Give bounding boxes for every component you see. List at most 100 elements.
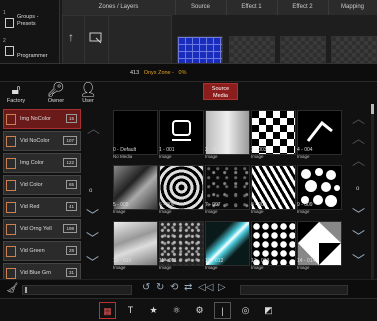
user-icon: 👤︎ — [79, 81, 97, 97]
media-tool-icon[interactable]: ▦ — [99, 302, 116, 319]
page-down-icon[interactable]: ﹀ — [86, 232, 99, 245]
rotate-ccw-icon[interactable]: ↺ — [142, 282, 150, 293]
loop-icon[interactable]: ⟲ — [170, 282, 178, 293]
media-icon — [6, 268, 16, 279]
star-tool-icon[interactable]: ★ — [145, 302, 162, 319]
user-label: User — [82, 98, 94, 104]
category-label: Vid Blue Grn — [20, 270, 52, 276]
programmer-panel: 1 Groups - Presets 2 Programmer — [0, 0, 60, 63]
groups-presets-item[interactable]: 1 Groups - Presets — [3, 10, 59, 32]
chevron-down-icon[interactable]: ﹀ — [352, 208, 365, 221]
forward-icon[interactable]: ▷ — [218, 282, 226, 293]
header-tabs: Zones / Layers Source Effect 1 Effect 2 … — [62, 0, 377, 15]
tab-source[interactable]: Source — [175, 0, 227, 15]
programmer-item[interactable]: 2 Programmer — [3, 38, 59, 60]
media-label: 9 - 009 — [297, 202, 313, 208]
category-vid-orng-yell[interactable]: Vid Orng Yell 198 — [3, 219, 81, 239]
cursor-icon — [89, 32, 102, 44]
end-down-icon[interactable]: ﹀ — [352, 254, 365, 267]
chevron-up-icon[interactable]: ︿ — [87, 122, 100, 135]
media-type: Image — [205, 209, 218, 214]
progress-slider[interactable] — [22, 285, 132, 295]
category-count: 28 — [65, 246, 77, 255]
rotate-cw-icon[interactable]: ↻ — [156, 282, 164, 293]
category-label: Vid Orng Yell — [20, 226, 52, 232]
chevron-down-icon[interactable]: ﹀ — [86, 209, 99, 222]
end-down-icon[interactable]: ﹀ — [86, 256, 99, 269]
tab-effect-1[interactable]: Effect 1 — [226, 0, 278, 15]
factory-label: Factory — [6, 98, 26, 104]
page-down-icon[interactable]: ﹀ — [352, 230, 365, 243]
media-type: Image — [205, 265, 218, 270]
media-label: 14 - 014 — [297, 258, 316, 264]
atom-tool-icon[interactable]: ⚛︎ — [168, 302, 185, 319]
category-vid-color[interactable]: Vid Color 65 — [3, 175, 81, 195]
media-type: Image — [113, 209, 126, 214]
mapping-preview[interactable] — [331, 36, 377, 65]
layer-select-button[interactable] — [84, 15, 110, 65]
chevron-up-icon[interactable]: ︿ — [352, 112, 365, 125]
media-type: Image — [297, 154, 310, 159]
effect-2-preview[interactable] — [280, 36, 326, 65]
effect-1-preview[interactable] — [229, 36, 275, 65]
category-count: 31 — [65, 268, 77, 277]
category-label: Img NoColor — [20, 116, 51, 122]
media-type: Image — [159, 209, 172, 214]
media-label: 1 - 001 — [159, 147, 175, 153]
zone-name: Onyx Zone - — [143, 70, 174, 76]
tab-mapping[interactable]: Mapping — [328, 0, 377, 15]
scroll-position-dot: o — [356, 186, 360, 192]
text-tool-icon[interactable]: T — [122, 302, 139, 319]
category-label: Vid Green — [20, 248, 45, 254]
media-label: 6 - 006 — [159, 202, 175, 208]
source-preview[interactable] — [177, 36, 223, 65]
tab-effect-2[interactable]: Effect 2 — [277, 0, 329, 15]
category-vid-green[interactable]: Vid Green 28 — [3, 241, 81, 261]
category-img-nocolor[interactable]: Img NoColor 15 — [3, 109, 81, 129]
category-label: Vid NoColor — [20, 138, 50, 144]
broom-icon[interactable]: 🧹︎ — [6, 283, 19, 294]
media-label: 2 - 002 — [205, 147, 221, 153]
media-type: Image — [251, 209, 264, 214]
media-label: 11 - 011 — [159, 258, 177, 264]
media-type: No Media — [113, 154, 133, 159]
layer-up-button[interactable]: ↑ — [62, 15, 86, 65]
media-dialog: 413 Onyx Zone - 0% Source Media 🔓︎ Facto… — [0, 63, 377, 299]
info-tool-icon[interactable]: | — [214, 302, 231, 319]
item-number: 1 — [3, 10, 6, 16]
category-vid-red[interactable]: Vid Red 41 — [3, 197, 81, 217]
scrollbar-thumb[interactable] — [371, 104, 374, 114]
item-number: 2 — [3, 38, 6, 44]
chart-tool-icon[interactable]: ◩ — [260, 302, 277, 319]
media-label: 13 - 013 — [251, 258, 270, 264]
category-count: 41 — [65, 202, 77, 211]
media-type: Image — [297, 209, 310, 214]
media-label: 4 - 004 — [297, 147, 313, 153]
page-up-icon[interactable]: ︿ — [352, 132, 365, 145]
media-label: 10 - 010 — [113, 258, 132, 264]
scroll-position-dot: o — [89, 188, 93, 194]
media-icon — [6, 158, 16, 169]
top-up-icon[interactable]: ︿ — [352, 154, 365, 167]
media-icon — [6, 224, 16, 235]
category-img-color[interactable]: Img Color 122 — [3, 153, 81, 173]
category-count: 15 — [65, 114, 77, 123]
media-icon — [6, 202, 16, 213]
media-label: 5 - 005 — [113, 202, 129, 208]
media-scrollbar[interactable] — [371, 104, 374, 279]
speed-slider[interactable] — [240, 285, 348, 295]
category-count: 65 — [65, 180, 77, 189]
media-label: 12 - 012 — [205, 258, 224, 264]
settings-tool-icon[interactable]: ⚙︎ — [191, 302, 208, 319]
globe-tool-icon[interactable]: ◎ — [237, 302, 254, 319]
layer-slot[interactable] — [108, 15, 172, 65]
arrow-up-icon: ↑ — [68, 30, 74, 44]
category-vid-nocolor[interactable]: Vid NoColor 107 — [3, 131, 81, 151]
slider-handle[interactable] — [25, 287, 27, 293]
rewind-icon[interactable]: ◁◁ — [198, 282, 213, 293]
media-icon — [6, 246, 16, 257]
key-icon: 🔑︎ — [47, 81, 65, 97]
tab-zones-layers[interactable]: Zones / Layers — [62, 0, 176, 15]
source-media-button[interactable]: Source Media — [203, 83, 238, 100]
bounce-icon[interactable]: ⇄ — [184, 282, 192, 293]
